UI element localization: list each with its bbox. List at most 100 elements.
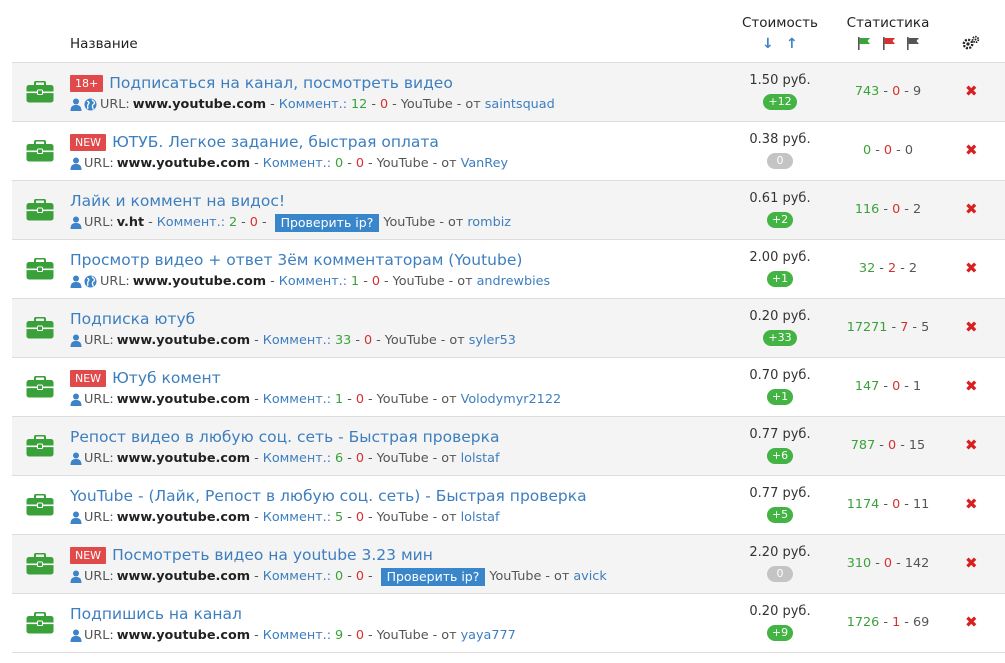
- arrow-down-icon[interactable]: ↓: [762, 37, 774, 51]
- task-meta: URL: www.youtube.com - Коммент.: 6 - 0 -…: [70, 450, 500, 467]
- comments-good-count: 1: [335, 392, 344, 407]
- comments-bad-count: 0: [249, 215, 258, 230]
- task-url[interactable]: www.youtube.com: [117, 392, 250, 407]
- stats-approved: 0: [863, 143, 872, 158]
- task-cost: 1.50 руб. +12: [732, 72, 828, 110]
- delete-icon[interactable]: ✖: [965, 379, 978, 394]
- comments-good-count: 9: [335, 628, 344, 643]
- task-badge: NEW: [70, 546, 107, 564]
- task-url[interactable]: www.youtube.com: [117, 451, 250, 466]
- task-url[interactable]: www.youtube.com: [133, 274, 266, 289]
- table-row: 18+ Подписаться на канал, посмотреть вид…: [12, 63, 1005, 122]
- author-link[interactable]: syler53: [469, 333, 516, 348]
- task-url[interactable]: www.youtube.com: [117, 628, 250, 643]
- task-title-link[interactable]: Ютуб комент: [112, 369, 221, 387]
- briefcase-icon[interactable]: [26, 435, 54, 457]
- comments-link[interactable]: Коммент.:: [263, 156, 331, 171]
- separator: -: [148, 215, 153, 230]
- author-link[interactable]: VanRey: [461, 156, 508, 171]
- task-url[interactable]: www.youtube.com: [133, 97, 266, 112]
- task-stats: 1174 - 0 - 11: [846, 497, 930, 512]
- task-stats: 147 - 0 - 1: [854, 379, 922, 394]
- briefcase-icon[interactable]: [26, 376, 54, 398]
- task-title-link[interactable]: Подписка ютуб: [70, 310, 195, 328]
- comments-link[interactable]: Коммент.:: [263, 569, 331, 584]
- stats-rejected: 0: [892, 379, 901, 394]
- author-link[interactable]: lolstaf: [461, 451, 500, 466]
- task-title-link[interactable]: Репост видео в любую соц. сеть - Быстрая…: [70, 428, 500, 446]
- task-price: 0.20 руб.: [749, 604, 811, 619]
- task-title-link[interactable]: YouTube - (Лайк, Репост в любую соц. сет…: [70, 487, 587, 505]
- comments-link[interactable]: Коммент.:: [263, 628, 331, 643]
- gears-icon[interactable]: [962, 35, 980, 51]
- comments-link[interactable]: Коммент.:: [263, 510, 331, 525]
- briefcase-icon[interactable]: [26, 258, 54, 280]
- author-link[interactable]: Volodymyr2122: [461, 392, 562, 407]
- author-link[interactable]: yaya777: [461, 628, 516, 643]
- briefcase-icon[interactable]: [26, 140, 54, 162]
- check-ip-button[interactable]: Проверить ip?: [380, 567, 486, 586]
- comments-link[interactable]: Коммент.:: [263, 333, 331, 348]
- briefcase-icon[interactable]: [26, 612, 54, 634]
- task-url[interactable]: v.ht: [117, 215, 144, 230]
- briefcase-icon[interactable]: [26, 553, 54, 575]
- cost-badge: +12: [763, 94, 797, 110]
- author-link[interactable]: rombiz: [467, 215, 511, 230]
- delete-icon[interactable]: ✖: [965, 261, 978, 276]
- delete-icon[interactable]: ✖: [965, 615, 978, 630]
- comments-link[interactable]: Коммент.:: [263, 451, 331, 466]
- separator: -: [440, 333, 446, 348]
- comments-link[interactable]: Коммент.:: [279, 97, 347, 112]
- delete-icon[interactable]: ✖: [965, 202, 978, 217]
- task-url[interactable]: www.youtube.com: [117, 569, 250, 584]
- task-url[interactable]: www.youtube.com: [117, 333, 250, 348]
- delete-icon[interactable]: ✖: [965, 84, 978, 99]
- comments-link[interactable]: Коммент.:: [157, 215, 225, 230]
- from-label: от: [457, 274, 473, 289]
- task-url[interactable]: www.youtube.com: [117, 510, 250, 525]
- check-ip-button[interactable]: Проверить ip?: [274, 213, 380, 232]
- stats-rejected: 0: [887, 438, 897, 453]
- stats-rejected: 1: [892, 615, 901, 630]
- author-link[interactable]: saintsquad: [485, 97, 555, 112]
- task-title-link[interactable]: Подписаться на канал, посмотреть видео: [109, 74, 453, 92]
- briefcase-icon[interactable]: [26, 199, 54, 221]
- task-url[interactable]: www.youtube.com: [117, 156, 250, 171]
- task-source: YouTube: [383, 215, 436, 230]
- task-title-line: Лайк и коммент на видос!: [70, 190, 285, 212]
- author-link[interactable]: lolstaf: [461, 510, 500, 525]
- delete-icon[interactable]: ✖: [965, 320, 978, 335]
- author-link[interactable]: avick: [573, 569, 606, 584]
- briefcase-icon[interactable]: [26, 81, 54, 103]
- delete-icon[interactable]: ✖: [965, 556, 978, 571]
- comments-link[interactable]: Коммент.:: [263, 392, 331, 407]
- author-link[interactable]: andrewbies: [477, 274, 551, 289]
- task-title-link[interactable]: ЮТУБ. Легкое задание, быстрая оплата: [112, 133, 439, 151]
- task-title-link[interactable]: Посмотреть видео на youtube 3.23 мин: [112, 546, 433, 564]
- delete-icon[interactable]: ✖: [965, 143, 978, 158]
- from-label: от: [441, 451, 457, 466]
- delete-icon[interactable]: ✖: [965, 438, 978, 453]
- briefcase-icon[interactable]: [26, 317, 54, 339]
- task-title-link[interactable]: Подпишись на канал: [70, 605, 242, 623]
- delete-icon[interactable]: ✖: [965, 497, 978, 512]
- arrow-up-icon[interactable]: ↑: [786, 37, 798, 51]
- separator: -: [432, 510, 438, 525]
- stats-approved: 116: [854, 202, 880, 217]
- comments-good-count: 0: [335, 156, 344, 171]
- task-title-link[interactable]: Просмотр видео + ответ 3ём комментаторам…: [70, 251, 522, 269]
- comments-link[interactable]: Коммент.:: [279, 274, 347, 289]
- briefcase-icon[interactable]: [26, 494, 54, 516]
- comments-good-count: 5: [335, 510, 344, 525]
- globe-icon: [84, 98, 97, 111]
- task-title-link[interactable]: Лайк и коммент на видос!: [70, 192, 285, 210]
- url-label: URL:: [84, 215, 114, 230]
- stats-other: 2: [908, 261, 918, 276]
- url-label: URL:: [84, 451, 114, 466]
- separator: -: [432, 451, 438, 466]
- separator: -: [456, 97, 462, 112]
- separator: -: [432, 628, 438, 643]
- user-icon: [70, 393, 82, 406]
- task-cost: 0.77 руб. +6: [732, 426, 828, 464]
- task-price: 1.50 руб.: [749, 73, 811, 88]
